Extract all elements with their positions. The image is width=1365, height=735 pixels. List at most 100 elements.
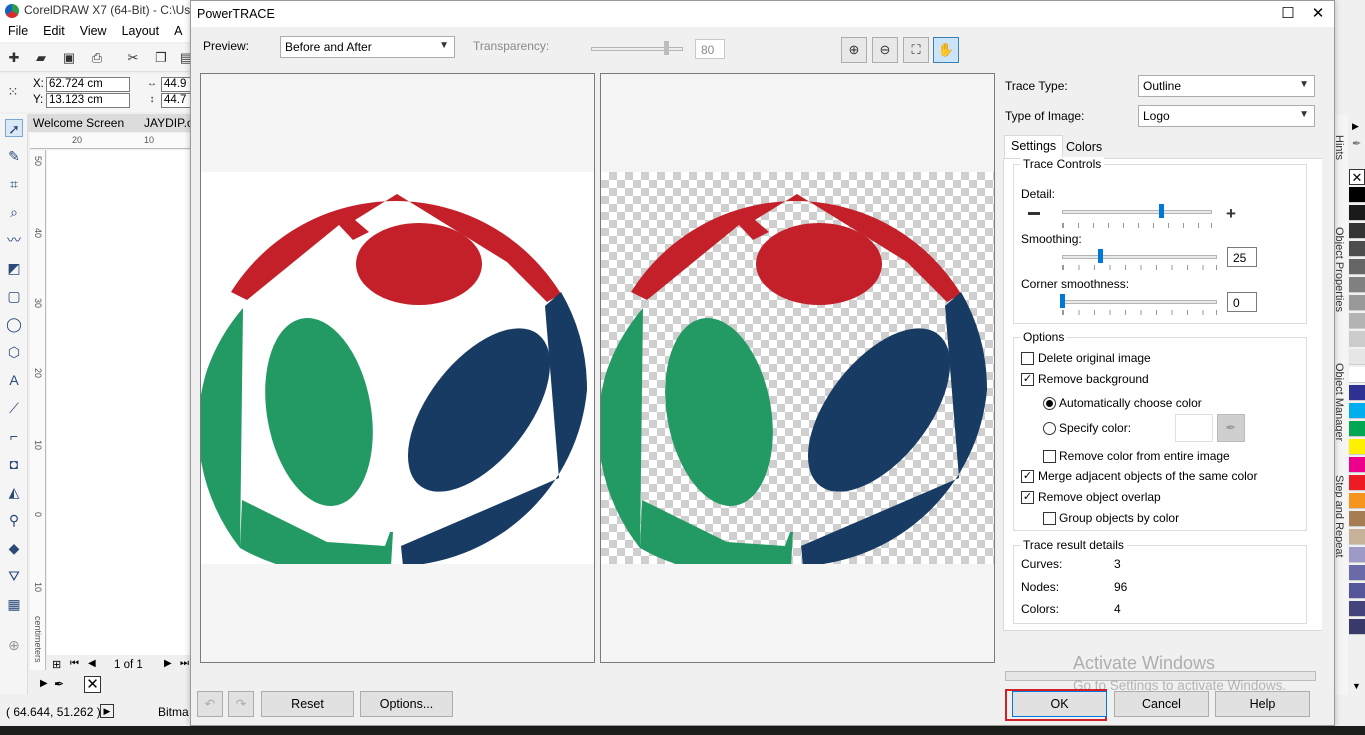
- smart-fill-tool-icon[interactable]: ⛛: [5, 567, 23, 585]
- menu-file[interactable]: File: [0, 22, 35, 38]
- object-origin-icon[interactable]: ⁙: [5, 84, 21, 100]
- zoom-out-button[interactable]: ⊖: [872, 37, 898, 63]
- cancel-button[interactable]: Cancel: [1114, 691, 1209, 717]
- maximize-icon[interactable]: ☐: [1276, 4, 1300, 24]
- palette-swatch[interactable]: [1349, 493, 1365, 509]
- shape-tool-icon[interactable]: ✎: [5, 147, 23, 165]
- cut-icon[interactable]: ✂: [125, 50, 141, 66]
- trace-type-select[interactable]: Outline ▼: [1138, 75, 1315, 97]
- palette-swatch[interactable]: [1349, 475, 1365, 491]
- connector-tool-icon[interactable]: ⌐: [5, 427, 23, 445]
- first-page-icon[interactable]: ⏮: [70, 658, 79, 669]
- palette-down-icon[interactable]: ▼: [1352, 681, 1361, 691]
- close-icon[interactable]: ✕: [1306, 4, 1330, 24]
- corner-smoothness-slider-thumb[interactable]: [1060, 294, 1065, 308]
- x-position-field[interactable]: 62.724 cm: [46, 77, 130, 92]
- palette-swatch[interactable]: [1349, 331, 1365, 347]
- group-by-color-label[interactable]: Group objects by color: [1059, 511, 1179, 525]
- palette-arrow-icon[interactable]: ▶: [40, 678, 48, 689]
- width-field[interactable]: 44.9: [161, 77, 191, 92]
- menu-view[interactable]: View: [72, 22, 114, 38]
- crop-tool-icon[interactable]: ⌗: [5, 175, 23, 193]
- color-swatch-picker[interactable]: [1175, 414, 1213, 442]
- transparency-slider[interactable]: [591, 47, 683, 51]
- palette-swatch[interactable]: [1349, 241, 1365, 257]
- corner-smoothness-slider[interactable]: [1062, 300, 1217, 304]
- detail-slider[interactable]: [1062, 210, 1212, 214]
- pan-button[interactable]: ✋: [933, 37, 959, 63]
- auto-color-label[interactable]: Automatically choose color: [1059, 396, 1202, 410]
- menu-layout[interactable]: Layout: [114, 22, 167, 38]
- detail-slider-thumb[interactable]: [1159, 204, 1164, 218]
- prev-page-icon[interactable]: ◀: [88, 658, 96, 669]
- delete-original-label[interactable]: Delete original image: [1038, 351, 1151, 365]
- freehand-tool-icon[interactable]: 〰: [5, 231, 23, 249]
- palette-swatch[interactable]: [1349, 385, 1365, 401]
- preview-select[interactable]: Before and After ▼: [280, 36, 455, 58]
- drawing-canvas[interactable]: [47, 150, 190, 655]
- pick-tool-icon[interactable]: ➚: [5, 119, 23, 137]
- palette-swatch[interactable]: [1349, 313, 1365, 329]
- zoom-tool-icon[interactable]: ⌕: [5, 203, 23, 221]
- remove-overlap-label[interactable]: Remove object overlap: [1038, 490, 1161, 504]
- zoom-in-button[interactable]: ⊕: [841, 37, 867, 63]
- palette-swatch[interactable]: [1349, 511, 1365, 527]
- next-page-icon[interactable]: ▶: [164, 658, 172, 669]
- image-type-select[interactable]: Logo ▼: [1138, 105, 1315, 127]
- page-options-icon[interactable]: ⊞: [52, 658, 61, 671]
- zoom-fit-button[interactable]: ⛶: [903, 37, 929, 63]
- interactive-fill-icon[interactable]: ◆: [5, 539, 23, 557]
- save-icon[interactable]: ▣: [61, 50, 77, 66]
- no-color-swatch-icon[interactable]: ✕: [84, 676, 101, 693]
- palette-swatch[interactable]: [1349, 349, 1365, 365]
- y-position-field[interactable]: 13.123 cm: [46, 93, 130, 108]
- menu-edit[interactable]: Edit: [35, 22, 72, 38]
- panel-scrollbar[interactable]: [1322, 116, 1334, 636]
- palette-swatch[interactable]: [1349, 421, 1365, 437]
- reset-button[interactable]: Reset: [261, 691, 354, 717]
- help-button[interactable]: Help: [1215, 691, 1310, 717]
- transparency-tool-icon[interactable]: ◭: [5, 483, 23, 501]
- tab-settings[interactable]: Settings: [1004, 135, 1064, 159]
- palette-swatch[interactable]: [1349, 547, 1365, 563]
- remove-color-entire-label[interactable]: Remove color from entire image: [1059, 449, 1230, 463]
- palette-swatch[interactable]: [1349, 565, 1365, 581]
- after-preview-pane[interactable]: [600, 73, 995, 663]
- auto-color-radio[interactable]: [1043, 397, 1056, 410]
- palette-swatch[interactable]: [1349, 601, 1365, 617]
- tab-colors[interactable]: Colors: [1060, 137, 1108, 159]
- minus-icon[interactable]: [1028, 212, 1040, 215]
- add-tool-icon[interactable]: ⊕: [5, 636, 23, 654]
- palette-swatch[interactable]: [1349, 205, 1365, 221]
- new-document-icon[interactable]: ✚: [6, 50, 22, 66]
- palette-swatch[interactable]: [1349, 259, 1365, 275]
- remove-overlap-checkbox[interactable]: ✓: [1021, 491, 1034, 504]
- merge-adjacent-checkbox[interactable]: ✓: [1021, 470, 1034, 483]
- smoothing-value[interactable]: 25: [1227, 247, 1257, 267]
- last-page-icon[interactable]: ⏭: [180, 658, 189, 669]
- redo-button[interactable]: ↷: [228, 691, 254, 717]
- mesh-fill-icon[interactable]: ▦: [5, 595, 23, 613]
- palette-swatch[interactable]: [1349, 619, 1365, 635]
- undo-button[interactable]: ↶: [197, 691, 223, 717]
- dimension-tool-icon[interactable]: ⟋: [5, 399, 23, 417]
- transparency-value[interactable]: 80: [695, 39, 725, 59]
- group-by-color-checkbox[interactable]: [1043, 512, 1056, 525]
- remove-color-entire-checkbox[interactable]: [1043, 450, 1056, 463]
- rectangle-tool-icon[interactable]: ▢: [5, 287, 23, 305]
- palette-swatch[interactable]: [1349, 583, 1365, 599]
- copy-icon[interactable]: ❐: [153, 50, 169, 66]
- palette-swatch[interactable]: [1349, 295, 1365, 311]
- corner-smoothness-value[interactable]: 0: [1227, 292, 1257, 312]
- palette-swatch[interactable]: [1349, 439, 1365, 455]
- merge-adjacent-label[interactable]: Merge adjacent objects of the same color: [1038, 469, 1257, 483]
- drop-shadow-icon[interactable]: ◘: [5, 455, 23, 473]
- tab-welcome-screen[interactable]: Welcome Screen: [33, 116, 124, 130]
- menu-arrange[interactable]: A: [166, 22, 189, 38]
- height-field[interactable]: 44.7: [161, 93, 191, 108]
- color-eyedropper-button[interactable]: ✒: [1217, 414, 1245, 442]
- remove-background-checkbox[interactable]: ✓: [1021, 373, 1034, 386]
- palette-eyedropper-icon[interactable]: ✒: [1352, 137, 1361, 150]
- text-tool-icon[interactable]: A: [5, 371, 23, 389]
- palette-swatch[interactable]: [1349, 223, 1365, 239]
